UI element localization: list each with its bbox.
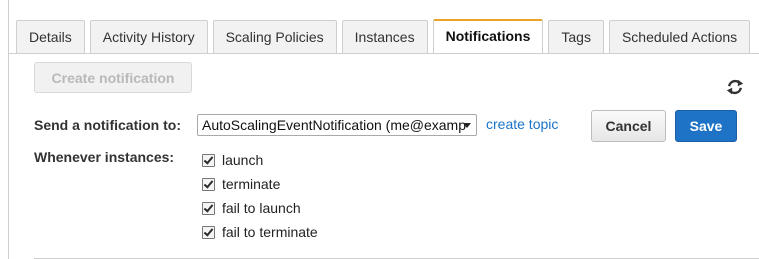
launch-checkbox[interactable] (202, 153, 215, 167)
tab-instances[interactable]: Instances (341, 20, 428, 53)
tab-bar: Details Activity History Scaling Policie… (16, 19, 755, 53)
tab-scaling-policies[interactable]: Scaling Policies (212, 20, 337, 53)
whenever-instances-label: Whenever instances: (34, 149, 175, 165)
fail-to-launch-checkbox-label: fail to launch (222, 200, 301, 216)
save-button[interactable]: Save (675, 110, 737, 142)
launch-checkbox-label: launch (222, 152, 264, 168)
event-launch-option[interactable]: launch (202, 151, 263, 169)
tab-notifications[interactable]: Notifications (432, 19, 544, 53)
fail-to-launch-checkbox[interactable] (202, 201, 215, 215)
event-fail-to-launch-option[interactable]: fail to launch (202, 199, 301, 217)
chevron-down-icon (463, 123, 471, 128)
terminate-checkbox-label: terminate (222, 176, 281, 192)
fail-to-terminate-checkbox[interactable] (202, 225, 215, 239)
topic-select-value: AutoScalingEventNotification (me@examp (202, 117, 467, 133)
tab-activity-history[interactable]: Activity History (89, 20, 208, 53)
refresh-icon[interactable] (725, 77, 745, 97)
cancel-button[interactable]: Cancel (591, 110, 666, 142)
terminate-checkbox[interactable] (202, 177, 215, 191)
tab-scheduled-actions[interactable]: Scheduled Actions (608, 20, 751, 53)
tab-tags[interactable]: Tags (548, 20, 604, 53)
event-fail-to-terminate-option[interactable]: fail to terminate (202, 223, 318, 241)
send-notification-label: Send a notification to: (34, 117, 181, 133)
panel-left-border (8, 0, 9, 259)
tab-bar-divider (8, 53, 759, 54)
event-terminate-option[interactable]: terminate (202, 175, 280, 193)
create-topic-link[interactable]: create topic (486, 116, 558, 132)
create-notification-button[interactable]: Create notification (34, 62, 192, 93)
tab-details[interactable]: Details (16, 20, 85, 53)
topic-select[interactable]: AutoScalingEventNotification (me@examp (197, 114, 477, 136)
fail-to-terminate-checkbox-label: fail to terminate (222, 224, 318, 240)
